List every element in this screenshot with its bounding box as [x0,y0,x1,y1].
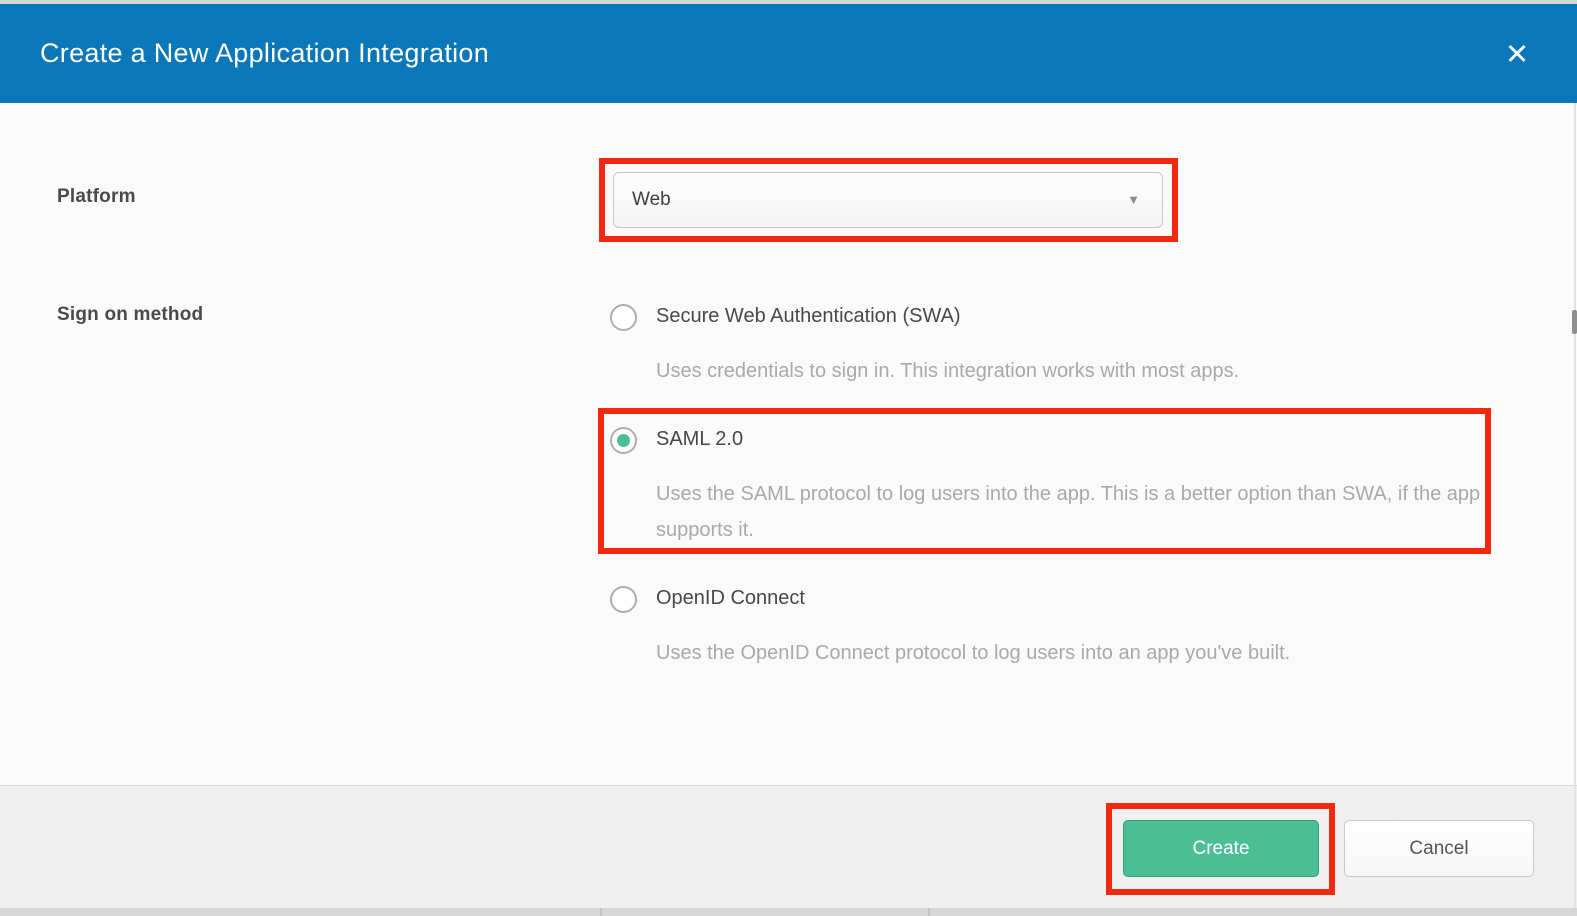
platform-dropdown-value: Web [632,173,671,227]
platform-label: Platform [57,186,136,208]
platform-dropdown[interactable]: Web ▼ [613,172,1163,228]
radio-description-swa: Uses credentials to sign in. This integr… [656,353,1492,389]
cancel-button[interactable]: Cancel [1344,820,1534,877]
radio-dot [617,311,630,324]
modal-footer [0,785,1577,908]
chevron-down-icon: ▼ [1127,173,1140,227]
radio-button-openid[interactable] [610,586,637,613]
create-button[interactable]: Create [1123,820,1319,877]
bottom-strip-divider [600,908,602,916]
radio-button-swa[interactable] [610,304,637,331]
radio-description-openid: Uses the OpenID Connect protocol to log … [656,635,1492,671]
modal-title: Create a New Application Integration [40,4,489,103]
modal-header: Create a New Application Integration ✕ [0,4,1577,103]
modal-right-edge [1574,103,1576,908]
sign-on-method-label: Sign on method [57,304,203,326]
radio-label-saml[interactable]: SAML 2.0 [656,428,743,451]
radio-description-saml: Uses the SAML protocol to log users into… [656,476,1492,548]
radio-dot [617,593,630,606]
close-icon[interactable]: ✕ [1499,37,1535,73]
okta-create-app-modal: Create a New Application Integration ✕ P… [0,0,1577,916]
radio-button-saml[interactable] [610,427,637,454]
bottom-strip-divider [928,908,930,916]
radio-dot [617,434,630,447]
radio-label-openid[interactable]: OpenID Connect [656,587,805,610]
radio-label-swa[interactable]: Secure Web Authentication (SWA) [656,305,961,328]
page-behind-bottom-strip [0,908,1577,916]
background-scrollbar-thumb[interactable] [1572,310,1577,334]
